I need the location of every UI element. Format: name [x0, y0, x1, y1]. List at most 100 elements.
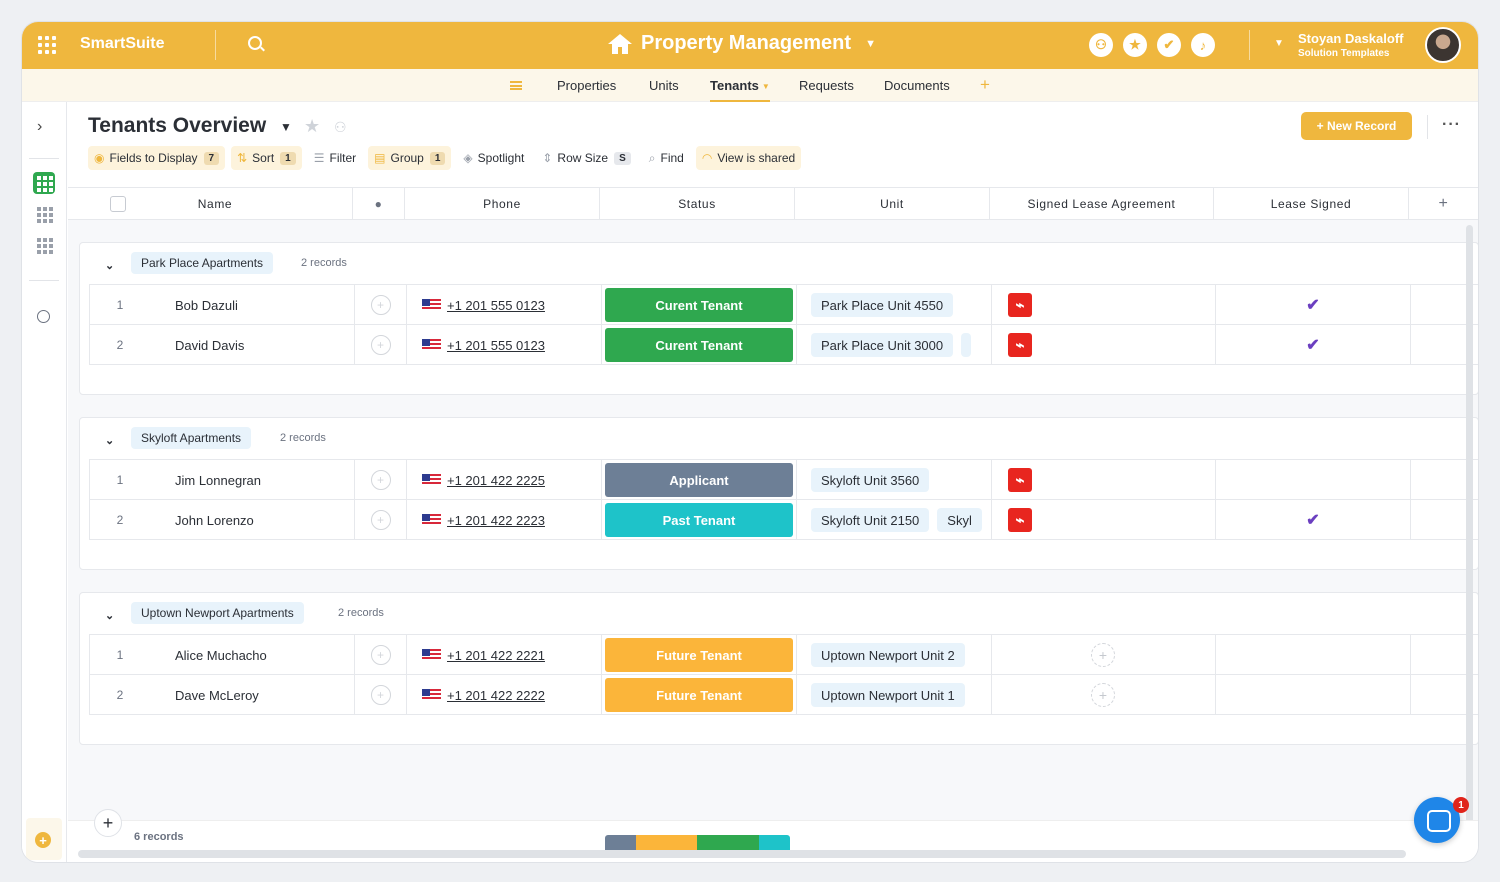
column-header-lease-signed[interactable]: Lease Signed	[1214, 188, 1409, 220]
table-row[interactable]: 2 David Davis + +1 201 555 0123 Curent T…	[89, 324, 1478, 365]
unit-chip[interactable]: Park Place Unit 4550	[811, 293, 954, 317]
tab-documents[interactable]: Documents	[884, 78, 950, 93]
add-comment-icon[interactable]: +	[370, 335, 391, 355]
add-view-icon[interactable]: +	[35, 832, 51, 848]
tenant-name[interactable]: John Lorenzo	[150, 500, 355, 540]
column-header-unit[interactable]: Unit	[795, 188, 990, 220]
column-header-status[interactable]: Status	[600, 188, 795, 220]
select-all-checkbox[interactable]	[110, 196, 126, 212]
status-cell[interactable]: Future Tenant	[602, 635, 797, 675]
tab-requests[interactable]: Requests	[799, 78, 854, 93]
unit-cell[interactable]: Uptown Newport Unit 2	[797, 635, 992, 675]
lease-signed-cell[interactable]	[1216, 675, 1411, 715]
status-cell[interactable]: Past Tenant	[602, 500, 797, 540]
menu-icon[interactable]	[510, 81, 522, 90]
add-comment-icon[interactable]: +	[370, 685, 391, 705]
add-file-icon[interactable]: +	[1091, 643, 1115, 667]
add-comment-icon[interactable]: +	[370, 470, 391, 490]
tenant-name[interactable]: Bob Dazuli	[150, 285, 355, 325]
add-comment-icon[interactable]: +	[370, 295, 391, 315]
group-label[interactable]: Uptown Newport Apartments	[131, 602, 304, 624]
comment-cell[interactable]: +	[355, 460, 407, 500]
board-view-icon[interactable]	[33, 234, 55, 256]
card-view-icon[interactable]	[33, 203, 55, 225]
comment-cell[interactable]: +	[355, 285, 407, 325]
tenant-name[interactable]: Alice Muchacho	[150, 635, 355, 675]
lease-agreement-cell[interactable]: ⌁	[992, 285, 1216, 325]
view-title[interactable]: Tenants Overview	[88, 114, 266, 138]
lease-signed-cell[interactable]: ✔	[1216, 325, 1411, 365]
group-button[interactable]: ▤ Group 1	[368, 146, 452, 170]
lease-agreement-cell[interactable]: ⌁	[992, 500, 1216, 540]
comment-cell[interactable]: +	[355, 635, 407, 675]
tab-units[interactable]: Units	[649, 78, 679, 93]
spotlight-button[interactable]: ◈ Spotlight	[457, 146, 530, 170]
tenant-name[interactable]: Jim Lonnegran	[150, 460, 355, 500]
phone-cell[interactable]: +1 201 555 0123	[407, 285, 602, 325]
lease-signed-cell[interactable]: ✔	[1216, 500, 1411, 540]
grid-view-icon[interactable]	[33, 172, 55, 194]
phone-cell[interactable]: +1 201 422 2223	[407, 500, 602, 540]
sort-button[interactable]: ⇅ Sort 1	[231, 146, 302, 170]
unit-chip[interactable]: Uptown Newport Unit 2	[811, 643, 965, 667]
new-record-button[interactable]: + New Record	[1301, 112, 1412, 140]
add-record-icon[interactable]: +	[94, 809, 122, 837]
comment-cell[interactable]: +	[355, 675, 407, 715]
tab-properties[interactable]: Properties	[557, 78, 616, 93]
column-header-comments[interactable]: ●	[353, 188, 405, 220]
lease-agreement-cell[interactable]: ⌁	[992, 325, 1216, 365]
column-header-phone[interactable]: Phone	[405, 188, 600, 220]
apps-grid-icon[interactable]	[38, 36, 56, 54]
pdf-file-icon[interactable]: ⌁	[1008, 508, 1032, 532]
add-comment-icon[interactable]: +	[370, 510, 391, 530]
filter-button[interactable]: ☰ Filter	[308, 146, 362, 170]
lease-signed-cell[interactable]	[1216, 460, 1411, 500]
chevron-down-icon[interactable]: ▼	[280, 120, 292, 134]
vertical-scrollbar[interactable]	[1466, 225, 1473, 855]
add-comment-icon[interactable]: +	[370, 645, 391, 665]
phone-link[interactable]: +1 201 422 2222	[447, 688, 545, 703]
lease-agreement-cell[interactable]: +	[992, 675, 1216, 715]
status-badge[interactable]: Applicant	[605, 463, 793, 497]
search-icon[interactable]	[248, 36, 262, 50]
expand-chevron-icon[interactable]: ›	[37, 118, 42, 136]
table-row[interactable]: 1 Jim Lonnegran + +1 201 422 2225 Applic…	[89, 459, 1478, 500]
fields-to-display-button[interactable]: ◉ Fields to Display 7	[88, 146, 226, 170]
unit-chip[interactable]	[961, 333, 972, 357]
status-cell[interactable]: Applicant	[602, 460, 797, 500]
team-icon[interactable]: ⚇	[1089, 33, 1113, 57]
table-row[interactable]: 1 Bob Dazuli + +1 201 555 0123 Curent Te…	[89, 284, 1478, 325]
status-cell[interactable]: Curent Tenant	[602, 325, 797, 365]
horizontal-scrollbar[interactable]	[78, 850, 1406, 858]
status-badge[interactable]: Future Tenant	[605, 638, 793, 672]
star-icon[interactable]: ★	[1123, 33, 1147, 57]
find-button[interactable]: ⌕ Find	[643, 146, 690, 170]
phone-cell[interactable]: +1 201 422 2225	[407, 460, 602, 500]
lease-signed-cell[interactable]: ✔	[1216, 285, 1411, 325]
unit-chip[interactable]: Uptown Newport Unit 1	[811, 683, 965, 707]
share-people-icon[interactable]: ⚇	[334, 119, 347, 136]
tenant-name[interactable]: Dave McLeroy	[150, 675, 355, 715]
unit-cell[interactable]: Park Place Unit 3000	[797, 325, 992, 365]
unit-cell[interactable]: Skyloft Unit 3560	[797, 460, 992, 500]
comment-cell[interactable]: +	[355, 500, 407, 540]
unit-chip[interactable]: Skyloft Unit 3560	[811, 468, 930, 492]
pdf-file-icon[interactable]: ⌁	[1008, 293, 1032, 317]
unit-chip[interactable]: Skyl	[937, 508, 982, 532]
phone-link[interactable]: +1 201 555 0123	[447, 298, 545, 313]
pdf-file-icon[interactable]: ⌁	[1008, 333, 1032, 357]
status-cell[interactable]: Future Tenant	[602, 675, 797, 715]
lease-agreement-cell[interactable]: +	[992, 635, 1216, 675]
unit-cell[interactable]: Park Place Unit 4550	[797, 285, 992, 325]
person-icon[interactable]	[37, 310, 50, 323]
table-row[interactable]: 1 Alice Muchacho + +1 201 422 2221 Futur…	[89, 634, 1478, 675]
phone-link[interactable]: +1 201 555 0123	[447, 338, 545, 353]
more-options-icon[interactable]: ···	[1442, 116, 1461, 134]
status-badge[interactable]: Past Tenant	[605, 503, 793, 537]
collapse-chevron-icon[interactable]: ⌄	[105, 259, 114, 272]
unit-chip[interactable]: Park Place Unit 3000	[811, 333, 954, 357]
phone-cell[interactable]: +1 201 422 2222	[407, 675, 602, 715]
pdf-file-icon[interactable]: ⌁	[1008, 468, 1032, 492]
view-shared-button[interactable]: ◠ View is shared	[695, 146, 802, 170]
check-icon[interactable]: ✔	[1157, 33, 1181, 57]
